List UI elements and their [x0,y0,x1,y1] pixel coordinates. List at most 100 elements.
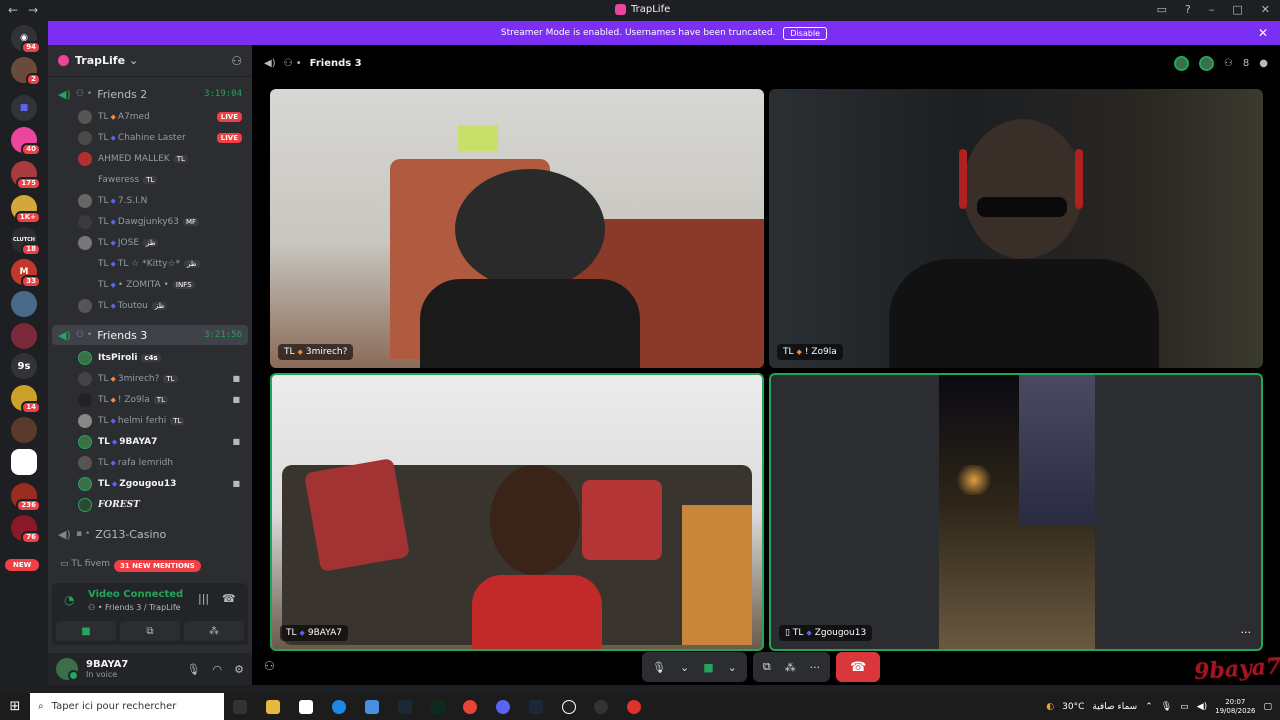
server-icon[interactable] [11,417,37,443]
close-icon[interactable]: ✕ [1258,26,1268,40]
forward-arrow-icon[interactable]: → [28,3,38,17]
server-icon[interactable]: 236 [11,483,41,512]
server-clutch-icon[interactable]: CLUTCH 18 [11,227,41,256]
server-icon[interactable] [11,449,37,475]
voice-member[interactable]: TL ◆ 7.S.I.N [78,190,248,211]
voice-channel-friends-3[interactable]: ◀) ⚇ • Friends 3 3:21:56 [52,325,248,345]
voice-member[interactable]: AHMED MALLEK TL [78,148,248,169]
taskbar-search[interactable]: ⌕ Taper ici pour rechercher [30,693,224,720]
notifications-icon[interactable]: ▢ [1263,702,1272,712]
chrome-icon[interactable] [463,700,477,714]
microphone-icon[interactable]: 🎙 [652,661,666,674]
discord-icon[interactable] [496,700,510,714]
edge-icon[interactable] [332,700,346,714]
server-icon[interactable]: M 33 [11,259,41,288]
minimize-button[interactable]: – [1209,3,1215,16]
windows-start-icon[interactable]: ⊞ [0,699,30,714]
app-icon[interactable] [627,700,641,714]
inbox-icon[interactable]: ▭ [1157,3,1167,16]
clock[interactable]: 20:07 19/08/2026 [1215,698,1255,716]
camera-button[interactable]: ■ [56,621,116,641]
channel-tl-fivem[interactable]: ▭ TL fivem [60,559,110,569]
camera-icon[interactable]: ■ [703,661,713,674]
voice-member[interactable]: TL ◆ rafa lemridh [78,452,248,473]
settings-gear-icon[interactable]: ⚙ [234,663,244,676]
activities-button[interactable]: ⁂ [184,621,244,641]
microphone-icon[interactable]: 🎙 [187,663,201,676]
voice-member[interactable]: ItsPiroli c4s [78,347,248,368]
app-icon[interactable] [594,700,608,714]
video-tile[interactable]: TL ◆ 9BAYA7 [270,373,764,651]
more-options-icon[interactable]: ··· [810,661,821,674]
voice-member[interactable]: TL ◆ Dawgjunky63 MF [78,211,248,232]
server-icon[interactable]: 2 [11,57,41,86]
invite-to-call-icon[interactable]: ⚇ [264,659,275,673]
server-9s-icon[interactable]: 9s [11,353,37,379]
server-icon[interactable]: 76 [11,515,41,544]
voice-member[interactable]: TL ◆ • ZOMITA • INFS [78,274,248,295]
video-tile[interactable]: TL ◆! Zo9la [769,89,1263,368]
maximize-button[interactable]: □ [1232,3,1242,16]
close-button[interactable]: ✕ [1261,3,1270,16]
folder-icon[interactable]: ■ [11,95,37,121]
server-icon[interactable] [11,323,37,349]
help-icon[interactable]: ? [1185,3,1191,16]
voice-member[interactable]: TL ◆ 9BAYA7 ■ [78,431,248,452]
end-call-button[interactable]: ☎ [836,652,881,682]
voice-member[interactable]: TL ◆! Zo9la TL ■ [78,389,248,410]
more-options-icon[interactable]: ··· [1241,626,1252,639]
voice-member[interactable]: TL ◆ TL ☆ *Kitty☆* ظز [78,253,248,274]
voice-member[interactable]: TL ◆ 3mirech? TL ■ [78,368,248,389]
voice-status[interactable]: Video Connected [88,589,183,600]
app-icon[interactable] [562,700,576,714]
store-icon[interactable] [299,700,313,714]
steam-icon[interactable] [529,700,543,714]
headphones-icon[interactable]: ◠ [213,663,223,676]
chevron-down-icon[interactable]: ⌄ [680,661,689,674]
voice-location[interactable]: ⚇ • Friends 3 / TrapLife [88,603,181,612]
disconnect-icon[interactable]: ☎ [222,592,236,605]
chat-icon[interactable]: ● [1259,58,1268,69]
add-member-icon[interactable]: ⚇ [231,54,242,68]
screen-share-button[interactable]: ⧉ [120,621,180,641]
steam-icon[interactable] [398,700,412,714]
back-arrow-icon[interactable]: ← [8,3,18,17]
server-icon[interactable]: 175 [11,161,41,190]
app-icon[interactable] [431,700,445,714]
new-mentions-pill[interactable]: 31 NEW MENTIONS [114,560,201,572]
new-servers-pill[interactable]: NEW [5,559,40,571]
video-tile[interactable]: ▯ TL ◆ Zgougou13 ··· [769,373,1263,651]
voice-member[interactable]: FOREST [78,494,248,515]
server-icon[interactable]: 14 [11,385,41,414]
task-view-icon[interactable] [233,700,247,714]
network-icon[interactable]: ▭ [1180,702,1189,712]
voice-member[interactable]: TL ◆ Chahine Laster LIVE [78,127,248,148]
participant-avatar[interactable] [1173,55,1189,71]
voice-member[interactable]: TL ◆ Zgougou13 ■ [78,473,248,494]
signal-icon[interactable]: ◔ [64,593,74,607]
voice-member[interactable]: TL ◆ A7med LIVE [78,106,248,127]
voice-channel-zg13-casino[interactable]: ◀) ▪ • ZG13-Casino [52,524,248,544]
voice-member[interactable]: TL ◆ Toutou ظز [78,295,248,316]
voice-channel-friends-2[interactable]: ◀) ⚇ • Friends 2 3:19:04 [52,84,248,104]
microphone-tray-icon[interactable]: 🎙 [1161,702,1172,712]
noise-suppression-icon[interactable]: ||| [198,592,209,605]
user-avatar[interactable] [56,658,79,681]
chevron-down-icon[interactable]: ⌄ [728,661,737,674]
mail-icon[interactable] [365,700,379,714]
participants-icon[interactable]: ⚇ [1224,58,1233,69]
chevron-up-icon[interactable]: ⌃ [1145,702,1153,712]
direct-messages-icon[interactable]: ◉ 94 [11,25,41,54]
activities-icon[interactable]: ⁂ [785,661,796,674]
file-explorer-icon[interactable] [266,700,280,714]
voice-member[interactable]: Faweress TL [78,169,248,190]
participant-avatar[interactable] [1198,55,1214,71]
video-tile[interactable]: TL ◆ 3mirech? [270,89,764,368]
server-header[interactable]: TrapLife ⌄ ⚇ [48,45,252,77]
volume-icon[interactable]: ◀) [1197,702,1207,712]
server-icon[interactable]: 1K+ [11,195,41,224]
server-icon[interactable] [11,291,37,317]
disable-streamer-mode-button[interactable]: Disable [783,26,828,40]
voice-member[interactable]: TL ◆ helmi ferhi TL [78,410,248,431]
server-traplife-icon[interactable]: 40 [11,127,41,156]
